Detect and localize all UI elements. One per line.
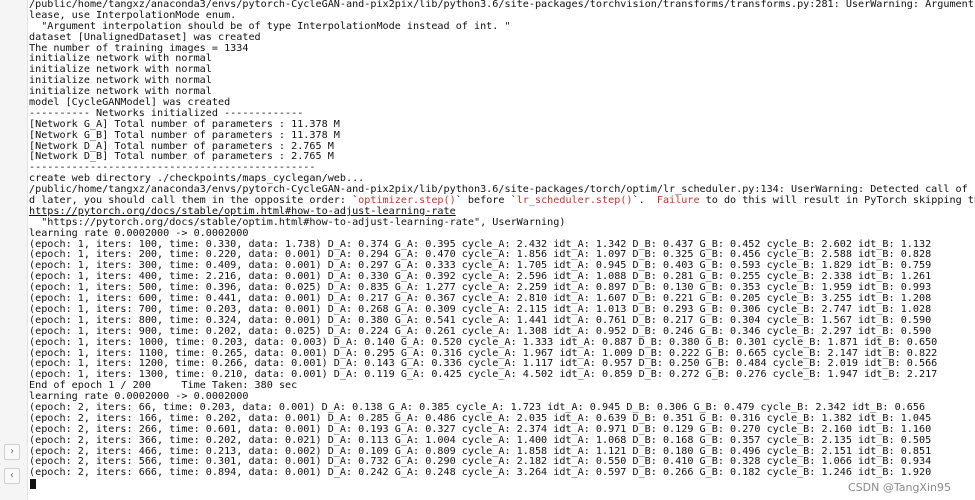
terminal-text: initialize network with normal [29, 75, 212, 87]
terminal-text: dataset [UnalignedDataset] was created [29, 31, 261, 43]
terminal-text: (epoch: 2, iters: 566, time: 0.301, data… [29, 456, 932, 468]
terminal-text: (epoch: 1, iters: 800, time: 0.324, data… [29, 314, 932, 326]
terminal-text: (epoch: 1, iters: 900, time: 0.202, data… [29, 325, 932, 337]
terminal-text: (epoch: 2, iters: 666, time: 0.894, data… [29, 467, 932, 479]
terminal-text: (epoch: 2, iters: 466, time: 0.213, data… [29, 445, 932, 457]
chevron-right-icon[interactable]: › [4, 444, 20, 460]
terminal-text: lr_scheduler.step() [516, 195, 633, 207]
terminal-text: (epoch: 1, iters: 300, time: 0.409, data… [29, 260, 932, 272]
terminal-text: (epoch: 2, iters: 66, time: 0.203, data:… [29, 401, 926, 413]
terminal-text: (epoch: 2, iters: 166, time: 0.202, data… [29, 412, 932, 424]
terminal-text: optimizer.step() [358, 195, 456, 207]
terminal-text: initialize network with normal [29, 86, 212, 98]
terminal-text: (epoch: 2, iters: 266, time: 0.601, data… [29, 423, 932, 435]
terminal-text: ----------------------------------------… [29, 162, 316, 174]
text-cursor [30, 479, 36, 490]
terminal-text: create web directory ./checkpoints/maps_… [29, 173, 365, 185]
terminal-text: [Network D_B] Total number of parameters… [29, 151, 334, 163]
terminal-line: (epoch: 2, iters: 666, time: 0.894, data… [28, 467, 975, 479]
terminal-text: /public/home/tangxz/anaconda3/envs/pytor… [29, 184, 975, 196]
terminal-text: lease, use InterpolationMode enum. [29, 9, 237, 21]
terminal-text: "https://pytorch.org/docs/stable/optim.h… [29, 216, 566, 228]
terminal-text: (epoch: 1, iters: 1100, time: 0.265, dat… [29, 347, 938, 359]
chevron-left-icon[interactable]: ‹ [4, 468, 20, 484]
terminal-text: d later, you should call them in the opp… [29, 195, 359, 207]
prompt-line[interactable] [28, 479, 975, 490]
terminal-text: initialize network with normal [29, 64, 212, 76]
terminal-text: The number of training images = 1334 [29, 42, 249, 54]
terminal-text: "Argument interpolation should be of typ… [29, 20, 511, 32]
side-gutter: › ‹ [0, 0, 28, 500]
terminal-text: learning rate 0.0002000 -> 0.0002000 [29, 391, 249, 403]
terminal-output[interactable]: /public/home/tangxz/anaconda3/envs/pytor… [28, 0, 975, 500]
terminal-text: (epoch: 2, iters: 366, time: 0.202, data… [29, 434, 932, 446]
terminal-text: Failure [656, 195, 700, 207]
terminal-text: /public/home/tangxz/anaconda3/envs/pytor… [29, 0, 974, 10]
terminal-text: (epoch: 1, iters: 1000, time: 0.203, dat… [29, 336, 938, 348]
terminal-link-text[interactable]: https://pytorch.org/docs/stable/optim.ht… [29, 206, 456, 217]
terminal-text: [Network G_B] Total number of parameters… [29, 129, 340, 141]
terminal-text: (epoch: 1, iters: 100, time: 0.330, data… [29, 238, 932, 250]
terminal-text: (epoch: 1, iters: 1300, time: 0.210, dat… [29, 369, 938, 381]
terminal-text: (epoch: 1, iters: 600, time: 0.441, data… [29, 293, 932, 305]
watermark: CSDN @TangXin95 [847, 481, 951, 494]
terminal-text: ---------- Networks initialized --------… [29, 107, 304, 119]
terminal-window: › ‹ /public/home/tangxz/anaconda3/envs/p… [0, 0, 975, 500]
terminal-text: (epoch: 1, iters: 700, time: 0.203, data… [29, 303, 932, 315]
terminal-text: model [CycleGANModel] was created [29, 97, 231, 109]
terminal-text: `. [632, 195, 657, 207]
terminal-text: End of epoch 1 / 200 Time Taken: 380 sec [29, 380, 298, 392]
terminal-text: (epoch: 1, iters: 200, time: 0.220, data… [29, 249, 932, 261]
terminal-text: (epoch: 1, iters: 1200, time: 0.266, dat… [29, 358, 938, 370]
terminal-text: (epoch: 1, iters: 400, time: 2.216, data… [29, 271, 932, 283]
terminal-text: (epoch: 1, iters: 500, time: 0.396, data… [29, 282, 932, 294]
terminal-text: initialize network with normal [29, 53, 212, 65]
terminal-text: to do this will result in PyTorch skippi… [705, 195, 975, 207]
terminal-text: [Network G_A] Total number of parameters… [29, 118, 340, 130]
terminal-text: [Network D_A] Total number of parameters… [29, 140, 334, 152]
terminal-text: ` before ` [455, 195, 517, 207]
terminal-text: learning rate 0.0002000 -> 0.0002000 [29, 227, 249, 239]
